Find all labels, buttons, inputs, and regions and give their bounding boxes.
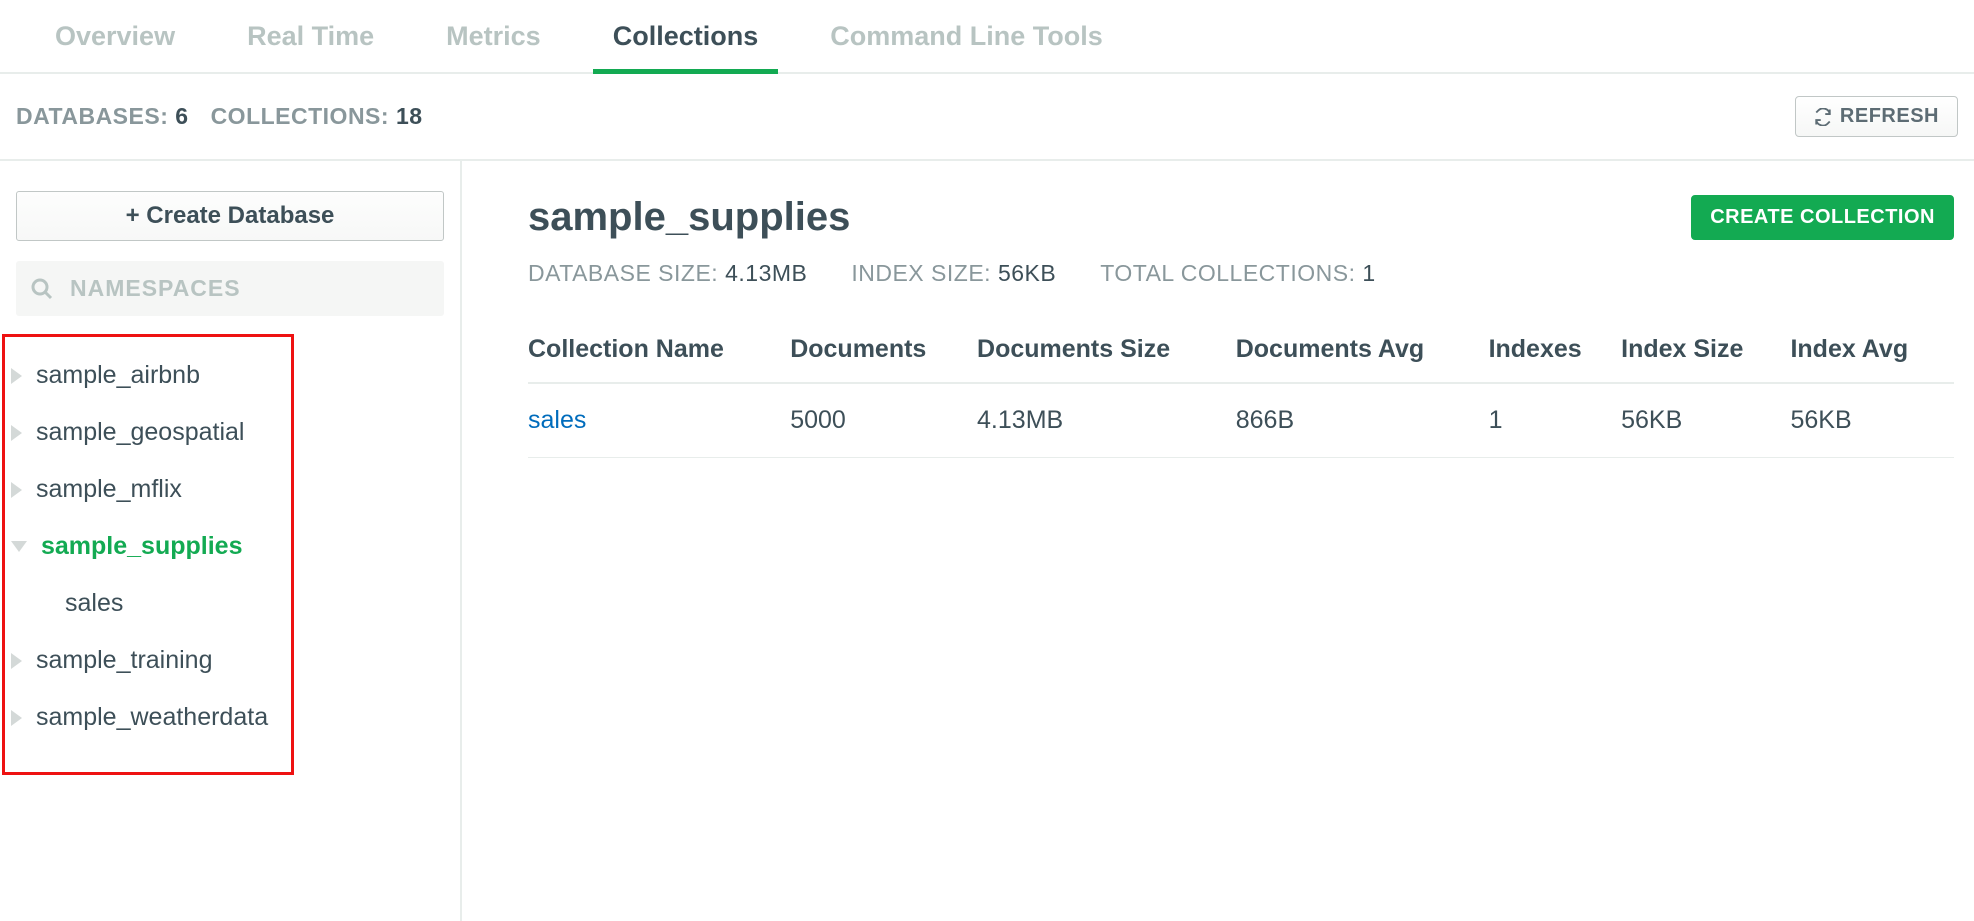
cell-indexes: 1: [1489, 383, 1622, 458]
col-index-size: Index Size: [1621, 323, 1790, 383]
tab-real-time[interactable]: Real Time: [247, 0, 374, 72]
tab-collections[interactable]: Collections: [613, 0, 759, 72]
tab-overview[interactable]: Overview: [55, 0, 175, 72]
stats-bar: DATABASES: 6 COLLECTIONS: 18 REFRESH: [0, 74, 1974, 161]
sidebar-db-sample_airbnb[interactable]: sample_airbnb: [5, 347, 291, 404]
sidebar-db-sample_weatherdata[interactable]: sample_weatherdata: [5, 689, 291, 746]
cell-documents_size: 4.13MB: [977, 383, 1236, 458]
col-indexes: Indexes: [1489, 323, 1622, 383]
tab-metrics[interactable]: Metrics: [446, 0, 541, 72]
cell-index_size: 56KB: [1621, 383, 1790, 458]
database-title: sample_supplies: [528, 195, 1376, 240]
collection-link-sales[interactable]: sales: [528, 383, 790, 458]
refresh-button[interactable]: REFRESH: [1795, 96, 1958, 137]
db-label: sample_weatherdata: [36, 703, 268, 732]
search-icon: [30, 277, 54, 301]
total-collections-value: 1: [1362, 260, 1375, 286]
index-size-value: 56KB: [998, 260, 1056, 286]
db-label: sample_geospatial: [36, 418, 244, 447]
chevron-right-icon: [11, 368, 22, 384]
chevron-right-icon: [11, 425, 22, 441]
collections-label: COLLECTIONS:: [211, 103, 390, 129]
sidebar-db-sample_mflix[interactable]: sample_mflix: [5, 461, 291, 518]
total-collections-label: TOTAL COLLECTIONS:: [1100, 260, 1355, 286]
namespace-search-placeholder: NAMESPACES: [70, 275, 241, 302]
db-size-value: 4.13MB: [725, 260, 807, 286]
databases-label: DATABASES:: [16, 103, 168, 129]
db-size-label: DATABASE SIZE:: [528, 260, 718, 286]
chevron-down-icon: [11, 541, 27, 552]
col-collection-name: Collection Name: [528, 323, 790, 383]
chevron-right-icon: [11, 482, 22, 498]
db-label: sample_training: [36, 646, 213, 675]
create-database-button[interactable]: + Create Database: [16, 191, 444, 241]
collections-stat: COLLECTIONS: 18: [211, 103, 423, 130]
chevron-right-icon: [11, 710, 22, 726]
databases-count: 6: [175, 103, 188, 129]
index-size-label: INDEX SIZE:: [851, 260, 991, 286]
db-size-stat: DATABASE SIZE: 4.13MB: [528, 260, 807, 287]
tab-command-line-tools[interactable]: Command Line Tools: [830, 0, 1103, 72]
create-collection-button[interactable]: CREATE COLLECTION: [1691, 195, 1954, 240]
index-size-stat: INDEX SIZE: 56KB: [851, 260, 1056, 287]
col-documents-size: Documents Size: [977, 323, 1236, 383]
table-row: sales50004.13MB866B156KB56KB: [528, 383, 1954, 458]
col-documents-avg: Documents Avg: [1236, 323, 1489, 383]
total-collections-stat: TOTAL COLLECTIONS: 1: [1100, 260, 1375, 287]
col-index-avg: Index Avg: [1790, 323, 1954, 383]
cell-documents_avg: 866B: [1236, 383, 1489, 458]
namespace-search[interactable]: NAMESPACES: [16, 261, 444, 316]
collections-count: 18: [396, 103, 423, 129]
chevron-right-icon: [11, 653, 22, 669]
sidebar-db-sample_training[interactable]: sample_training: [5, 632, 291, 689]
db-label: sample_supplies: [41, 532, 242, 561]
database-stats: DATABASE SIZE: 4.13MB INDEX SIZE: 56KB T…: [528, 260, 1376, 287]
tab-bar: Overview Real Time Metrics Collections Comma…: [0, 0, 1974, 74]
database-list: sample_airbnb sample_geospatial sample_mfl…: [2, 334, 294, 775]
db-label: sample_airbnb: [36, 361, 200, 390]
refresh-icon: [1814, 108, 1832, 126]
cell-index_avg: 56KB: [1790, 383, 1954, 458]
main-panel: sample_supplies DATABASE SIZE: 4.13MB IN…: [462, 161, 1974, 921]
sidebar: + Create Database NAMESPACES sample_airb…: [0, 161, 462, 921]
sidebar-db-sample_supplies[interactable]: sample_supplies: [5, 518, 291, 575]
collections-table: Collection NameDocumentsDocuments SizeDo…: [528, 323, 1954, 458]
sidebar-collection-sales[interactable]: sales: [5, 575, 291, 632]
db-label: sample_mflix: [36, 475, 182, 504]
cell-documents: 5000: [790, 383, 977, 458]
col-documents: Documents: [790, 323, 977, 383]
sidebar-db-sample_geospatial[interactable]: sample_geospatial: [5, 404, 291, 461]
databases-stat: DATABASES: 6: [16, 103, 189, 130]
refresh-label: REFRESH: [1840, 105, 1939, 128]
